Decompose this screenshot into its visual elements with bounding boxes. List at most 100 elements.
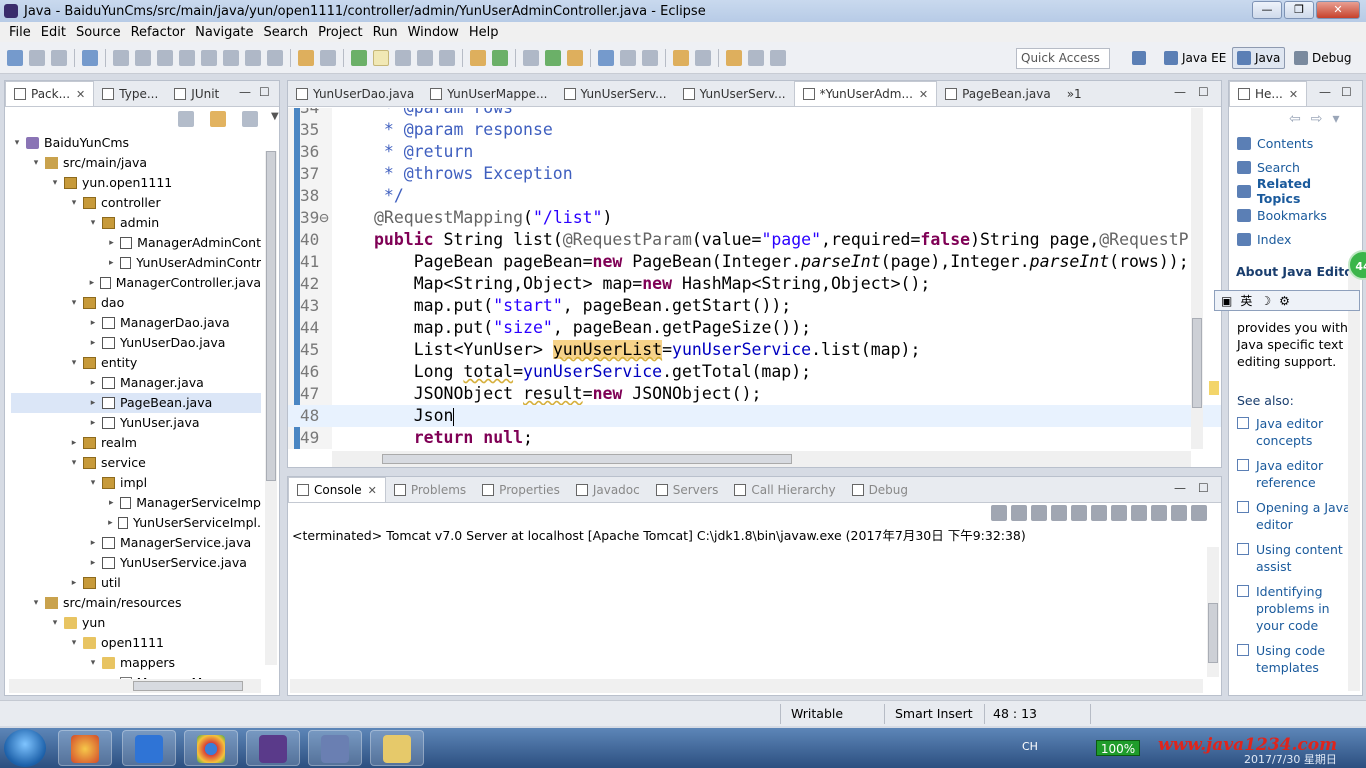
tab-type-hierarchy[interactable]: Type... [94,81,166,106]
collapsed-arrow-icon[interactable]: ▸ [87,393,99,413]
close-icon[interactable]: ✕ [1289,88,1298,101]
tree-item[interactable]: ▾ yun [11,613,261,633]
show-whitespace-icon[interactable] [395,49,411,66]
scroll-thumb[interactable] [133,681,243,691]
console-vertical-scrollbar[interactable] [1207,547,1219,677]
view-menu-icon[interactable] [242,111,258,127]
tree-item[interactable]: ▸ ManagerController.java [11,273,261,293]
explorer-horizontal-scrollbar[interactable] [9,679,261,693]
open-console-icon[interactable] [1191,505,1207,521]
code-line[interactable]: 34 * @param rows [288,108,1221,119]
tree-item[interactable]: ▸ YunUserService.java [11,553,261,573]
tree-item[interactable]: ▾ dao [11,293,261,313]
explorer-vertical-scrollbar[interactable] [265,151,277,665]
minimize-view-icon[interactable]: — [1174,481,1186,495]
debug-icon[interactable] [523,49,539,66]
expanded-arrow-icon[interactable]: ▾ [68,633,80,653]
collapsed-arrow-icon[interactable]: ▸ [106,233,117,253]
collapsed-arrow-icon[interactable]: ▸ [87,273,97,293]
back-icon[interactable] [748,49,764,66]
tree-item[interactable]: ▸ ManagerAdminCont [11,233,261,253]
editor-tab[interactable]: *YunUserAdm... ✕ [793,81,938,106]
disconnect-icon[interactable] [201,49,217,66]
tree-item[interactable]: ▸ ManagerService.java [11,533,261,553]
previous-annotation-icon[interactable] [695,49,711,66]
help-link-related-topics[interactable]: Related Topics [1237,176,1358,206]
taskbar-app-2[interactable] [122,730,176,766]
step-into-icon[interactable] [223,49,239,66]
word-wrap-icon[interactable] [1091,505,1107,521]
console-tab[interactable]: Debug [844,477,916,502]
code-line[interactable]: 49 return null; [288,427,1221,449]
expanded-arrow-icon[interactable]: ▾ [49,173,61,193]
maximize-view-icon[interactable]: ☐ [1198,481,1209,495]
step-return-icon[interactable] [267,49,283,66]
code-line[interactable]: 36 * @return [288,141,1221,163]
save-all-icon[interactable] [51,49,67,66]
close-button[interactable]: ✕ [1316,1,1360,19]
collapsed-arrow-icon[interactable]: ▸ [106,493,117,513]
collapsed-arrow-icon[interactable]: ▸ [68,573,80,593]
open-type-icon[interactable] [598,49,614,66]
expanded-arrow-icon[interactable]: ▾ [87,653,99,673]
search-icon[interactable] [620,49,636,66]
expanded-arrow-icon[interactable]: ▾ [30,153,42,173]
expanded-arrow-icon[interactable]: ▾ [68,353,80,373]
link-with-editor-icon[interactable] [210,111,226,127]
tree-item[interactable]: ▸ Manager.java [11,373,261,393]
more-tabs-button[interactable]: »1 [1059,81,1090,106]
code-line[interactable]: 43 map.put("start", pageBean.getStart())… [288,295,1221,317]
code-line[interactable]: 35 * @param response [288,119,1221,141]
tree-item[interactable]: ▸ YunUser.java [11,413,261,433]
expanded-arrow-icon[interactable]: ▾ [87,473,99,493]
taskbar-app-1[interactable] [58,730,112,766]
code-line[interactable]: 37 * @throws Exception [288,163,1221,185]
tree-item[interactable]: ▸ ManagerServiceImp [11,493,261,513]
close-icon[interactable]: ✕ [919,88,928,101]
expanded-arrow-icon[interactable]: ▾ [87,213,99,233]
console-tab[interactable]: Call Hierarchy [726,477,843,502]
collapsed-arrow-icon[interactable]: ▸ [87,373,99,393]
code-area[interactable]: 34 * @param rows35 * @param response36 *… [288,108,1221,449]
menu-navigate[interactable]: Navigate [195,25,253,40]
show-on-stderr-icon[interactable] [1131,505,1147,521]
menu-run[interactable]: Run [373,25,398,40]
highlight-icon[interactable] [373,49,389,66]
code-line[interactable]: 40 public String list(@RequestParam(value… [288,229,1221,251]
perspective-java[interactable]: Java [1232,47,1286,69]
console-horizontal-scrollbar[interactable] [290,679,1203,693]
menu-help[interactable]: Help [469,25,499,40]
menu-edit[interactable]: Edit [41,25,66,40]
tree-item[interactable]: ▾ src/main/java [11,153,261,173]
help-link-contents[interactable]: Contents [1237,131,1358,155]
run-icon[interactable] [545,49,561,66]
editor-tab[interactable]: YunUserDao.java [288,81,422,106]
editor-tab[interactable]: YunUserServ... [675,81,794,106]
console-tab[interactable]: Properties [474,477,568,502]
collapsed-arrow-icon[interactable]: ▸ [106,253,117,273]
show-on-stdout-icon[interactable] [1111,505,1127,521]
console-tab[interactable]: Problems [386,477,474,502]
code-line[interactable]: 46 Long total=yunUserService.getTotal(ma… [288,361,1221,383]
taskbar-app-3[interactable] [184,730,238,766]
forward-icon[interactable] [770,49,786,66]
ime-settings-icon[interactable]: ⚙ [1279,294,1290,308]
external-tools-icon[interactable] [567,49,583,66]
tree-item[interactable]: ▾ mappers [11,653,261,673]
editor-tab[interactable]: YunUserServ... [556,81,675,106]
menu-refactor[interactable]: Refactor [131,25,186,40]
tree-item[interactable]: ▸ ManagerDao.java [11,313,261,333]
close-icon[interactable]: ✕ [368,484,377,497]
terminate-icon[interactable] [991,505,1007,521]
expanded-arrow-icon[interactable]: ▾ [11,133,23,153]
editor-tab[interactable]: PageBean.java [937,81,1059,106]
collapsed-arrow-icon[interactable]: ▸ [87,313,99,333]
scroll-thumb[interactable] [1208,603,1218,663]
see-also-link[interactable]: Java editor concepts [1237,415,1360,449]
block-select-icon[interactable] [417,49,433,66]
tree-item[interactable]: ▾ impl [11,473,261,493]
see-also-link[interactable]: Opening a Java editor [1237,499,1360,533]
start-button[interactable] [4,729,46,767]
tree-item[interactable]: ▸ YunUserAdminContr [11,253,261,273]
tree-item[interactable]: ▸ YunUserServiceImpl. [11,513,261,533]
